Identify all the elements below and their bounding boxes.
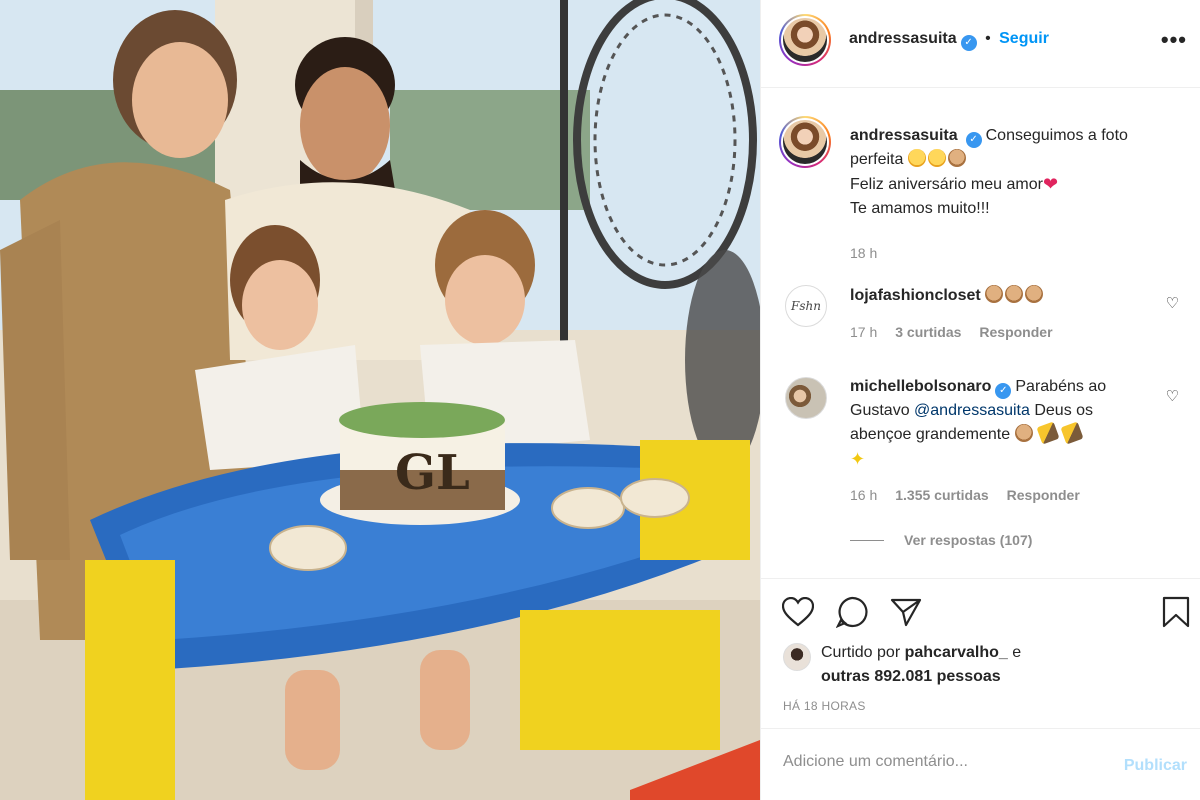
liker-username[interactable]: pahcarvalho_ — [905, 644, 1008, 661]
caption-username[interactable]: andressasuita — [850, 127, 958, 144]
author-avatar[interactable] — [779, 14, 831, 66]
publish-button[interactable]: Publicar — [1124, 757, 1187, 775]
clapping-hands-emoji-icon — [985, 285, 1004, 303]
post-actions: Curtido por pahcarvalho_ e outras 892.08… — [761, 578, 1200, 728]
facepalm-emoji-icon — [907, 149, 926, 167]
liked-by-text: Curtido por pahcarvalho_ e outras 892.08… — [821, 644, 1022, 685]
more-options-icon[interactable]: ••• — [1161, 27, 1187, 53]
share-paper-plane-icon[interactable] — [889, 595, 923, 629]
view-replies-button[interactable]: Ver respostas (107) — [850, 532, 1032, 548]
post-timestamp[interactable]: HÁ 18 HORAS — [783, 699, 866, 713]
caption-time: 18 h — [850, 245, 878, 261]
comment-input[interactable] — [783, 753, 1083, 771]
reply-button[interactable]: Responder — [979, 324, 1052, 340]
like-comment-heart-icon[interactable]: ♡ — [1166, 387, 1179, 405]
verified-badge-icon: ✓ — [960, 35, 977, 51]
verified-badge-icon: ✓ — [965, 132, 982, 148]
comment-meta: 17 h 3 curtidas Responder — [850, 320, 1150, 344]
author-row: andressasuita ✓ • Seguir — [849, 30, 1049, 51]
mention-link[interactable]: @andressasuita — [914, 402, 1030, 419]
comment-likes[interactable]: 3 curtidas — [895, 324, 961, 340]
comments-section[interactable]: andressasuita ✓ Conseguimos a foto perfeit… — [761, 88, 1200, 578]
add-comment-bar: Publicar — [761, 728, 1200, 800]
comment-meta: 16 h 1.355 curtidas Responder — [850, 483, 1150, 507]
liker-avatar[interactable] — [783, 643, 811, 671]
praying-hands-emoji-icon — [947, 149, 966, 167]
clapping-hands-emoji-icon — [1025, 285, 1044, 303]
comment-time[interactable]: 16 h — [850, 487, 877, 503]
cake-monogram: GL — [395, 445, 470, 501]
post-photo[interactable]: GL — [0, 0, 760, 800]
comment-likes[interactable]: 1.355 curtidas — [895, 487, 988, 503]
commenter-avatar-michellebolsonaro[interactable] — [785, 377, 827, 419]
caption-line-3: Te amamos muito!!! — [850, 200, 990, 217]
sparkles-emoji-icon: ✦ — [850, 449, 866, 469]
follow-button[interactable]: Seguir — [999, 30, 1049, 47]
comment-item: lojafashioncloset 17 h 3 curtidas Responde… — [850, 284, 1150, 344]
caption-avatar[interactable] — [779, 116, 831, 168]
praying-hands-emoji-icon — [1014, 424, 1033, 442]
verified-badge-icon: ✓ — [995, 383, 1012, 399]
post-details-panel: andressasuita ✓ • Seguir ••• andressasuit… — [760, 0, 1200, 800]
save-bookmark-icon[interactable] — [1159, 595, 1193, 629]
reply-button[interactable]: Responder — [1007, 487, 1080, 503]
comment-time[interactable]: 17 h — [850, 324, 877, 340]
photo-illustration — [0, 0, 760, 800]
commenter-avatar-lojafashioncloset[interactable]: Fshn — [785, 285, 827, 327]
party-popper-emoji-icon — [1060, 421, 1085, 445]
like-heart-icon[interactable] — [781, 595, 815, 629]
comment-username[interactable]: lojafashioncloset — [850, 287, 981, 304]
red-heart-emoji-icon: ❤ — [1042, 174, 1059, 194]
post-header: andressasuita ✓ • Seguir ••• — [761, 0, 1200, 88]
caption: andressasuita ✓ Conseguimos a foto perfeit… — [850, 124, 1180, 265]
comment-item: michellebolsonaro ✓ Parabéns ao Gustavo @a… — [850, 375, 1150, 507]
clapping-hands-emoji-icon — [1005, 285, 1024, 303]
comment-username[interactable]: michellebolsonaro — [850, 378, 991, 395]
other-likes-count[interactable]: outras 892.081 pessoas — [821, 668, 1001, 685]
caption-line-2: Feliz aniversário meu amor — [850, 176, 1043, 193]
party-popper-emoji-icon — [1036, 421, 1060, 445]
comment-bubble-icon[interactable] — [835, 595, 869, 629]
like-comment-heart-icon[interactable]: ♡ — [1166, 294, 1179, 312]
laughing-emoji-icon — [927, 149, 946, 167]
separator-dot: • — [985, 30, 991, 47]
author-username[interactable]: andressasuita — [849, 30, 957, 47]
